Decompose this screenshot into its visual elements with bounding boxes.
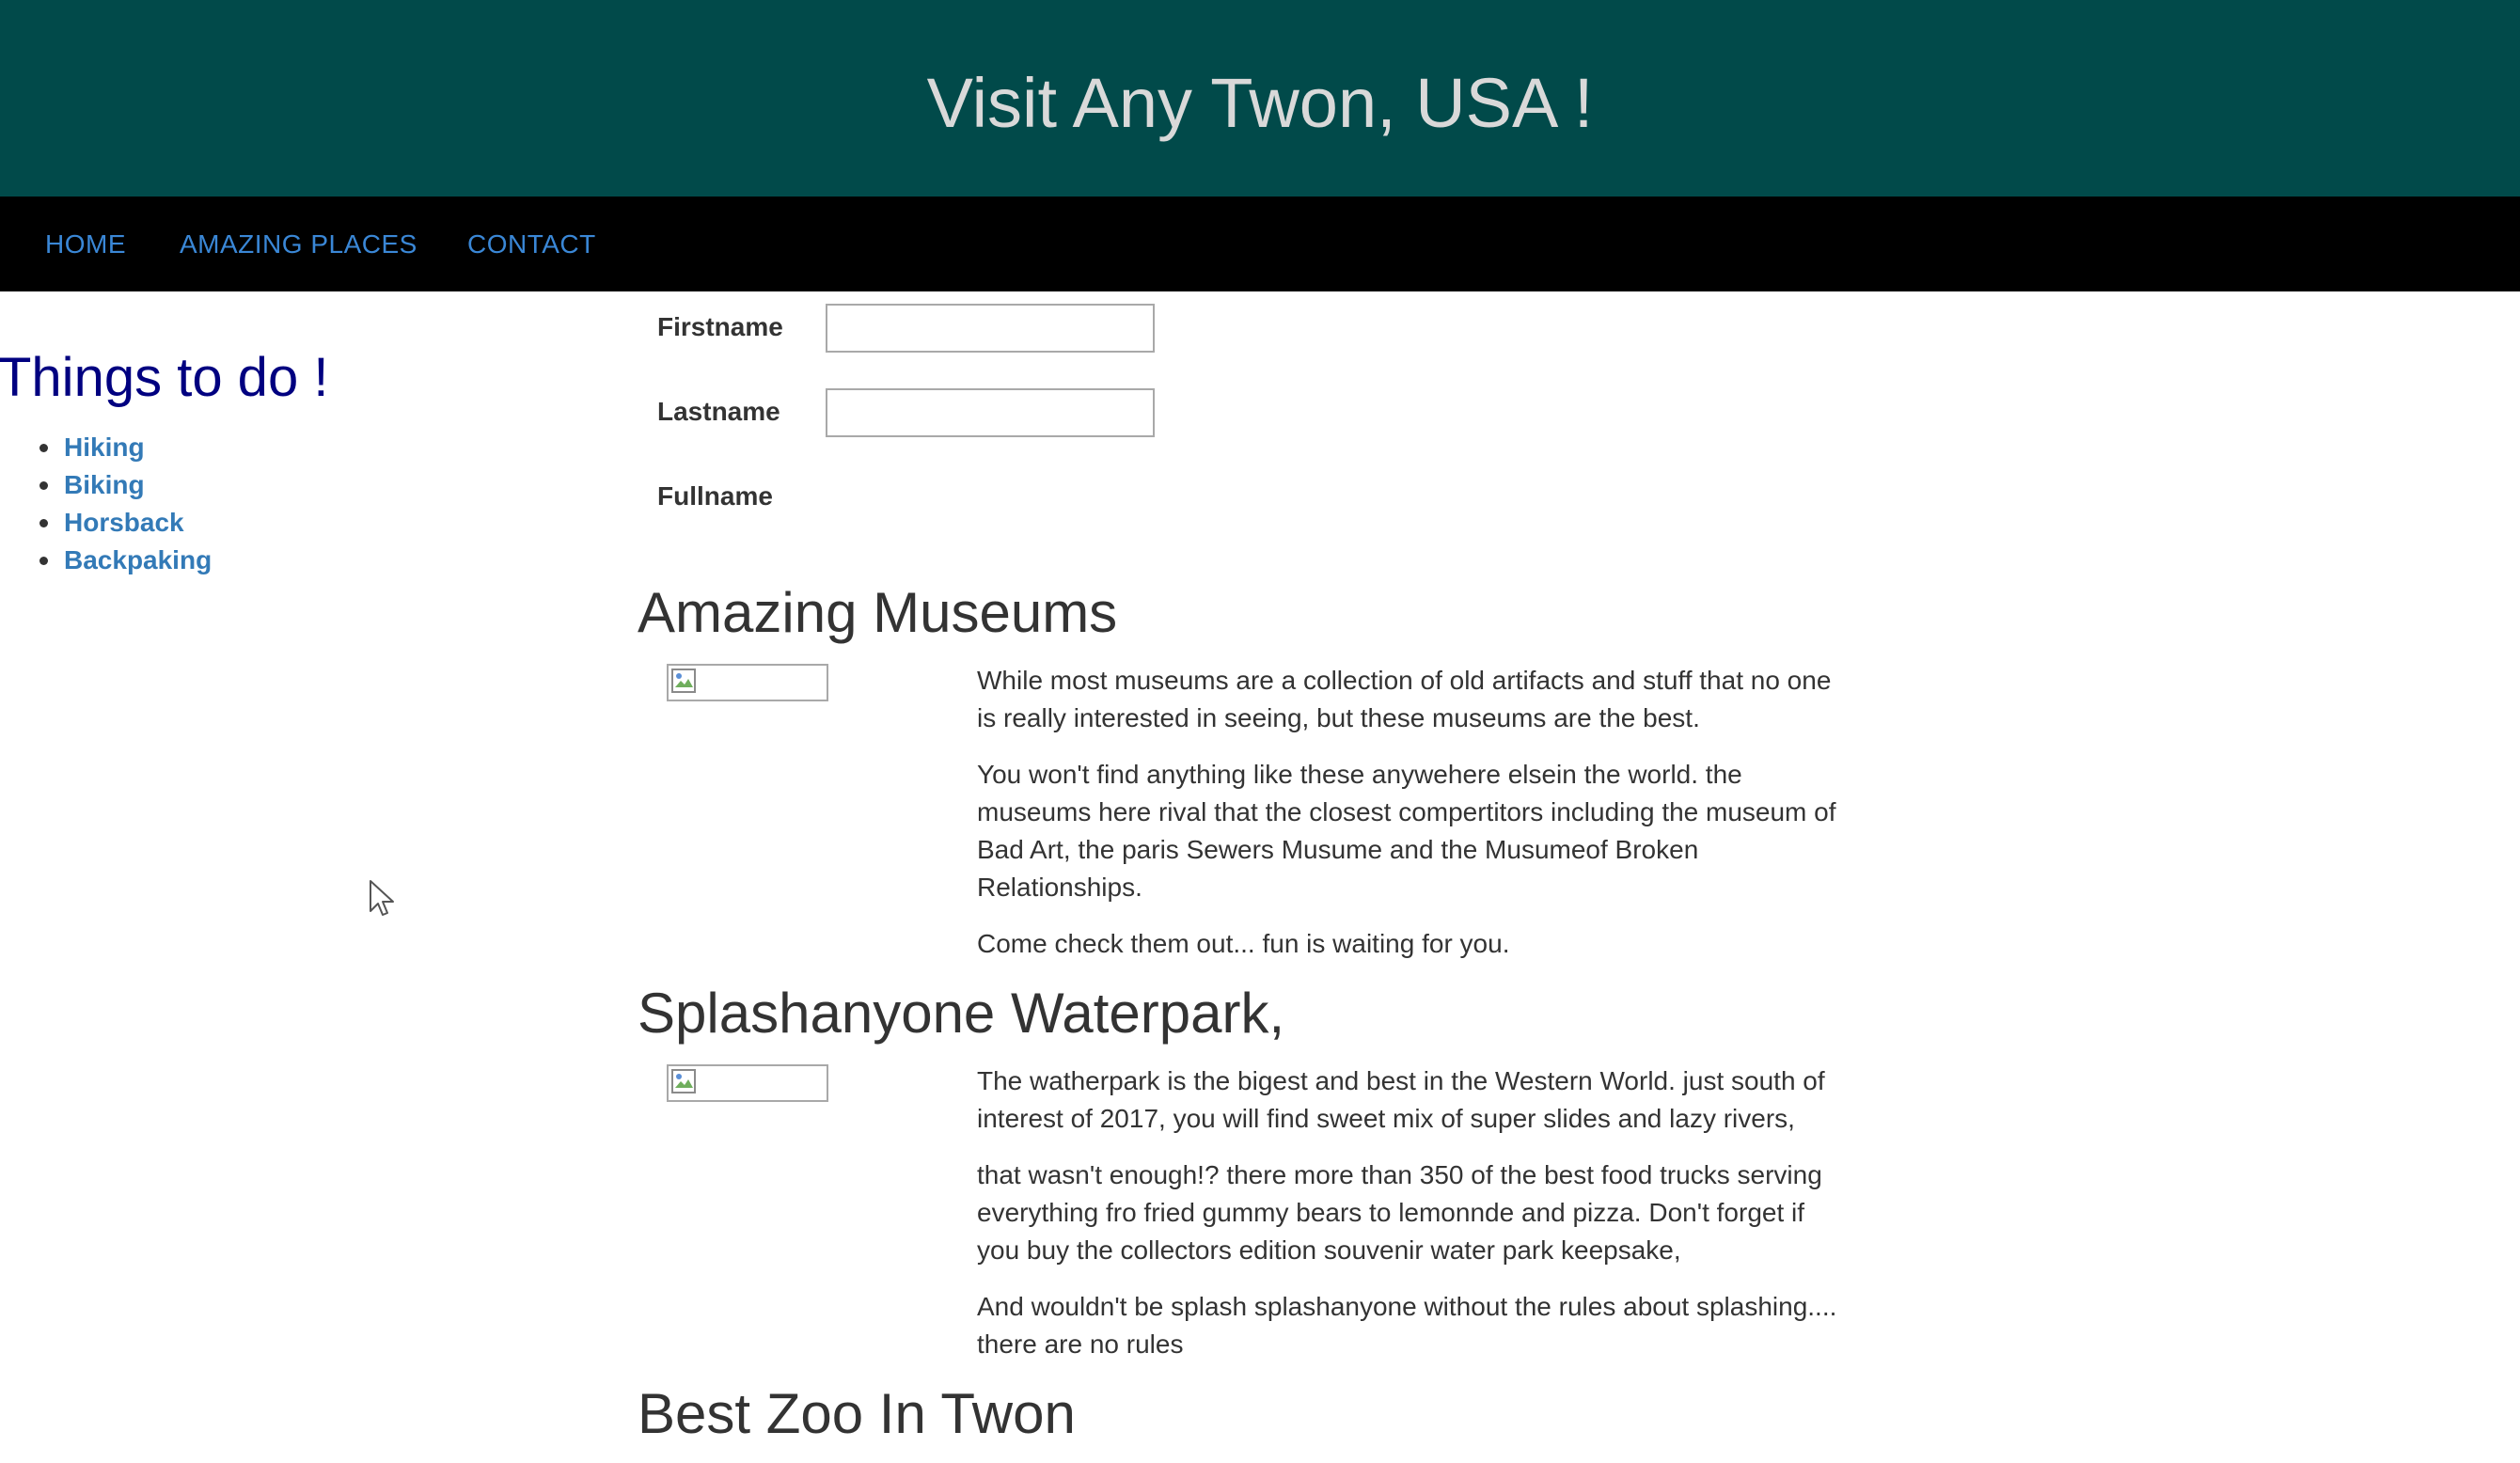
link-hiking[interactable]: Hiking — [64, 429, 145, 466]
museum-image — [667, 664, 828, 701]
museums-text: While most museums are a collection of o… — [977, 662, 1842, 982]
link-backpaking[interactable]: Backpaking — [64, 542, 212, 579]
broken-image-icon — [671, 669, 696, 693]
bullet-icon — [39, 557, 48, 565]
section-heading-zoo: Best Zoo In Twon — [638, 1382, 1076, 1445]
paragraph: You won't find anything like these anywe… — [977, 760, 1836, 902]
nav-link-amazing-places[interactable]: AMAZING PLACES — [180, 229, 417, 260]
site-title: Visit Any Twon, USA ! — [926, 64, 1594, 142]
page-header: Visit Any Twon, USA ! — [0, 0, 2520, 197]
nav-link-home[interactable]: HOME — [45, 229, 126, 260]
section-heading-waterpark: Splashanyone Waterpark, — [638, 982, 1285, 1045]
waterpark-text: The watherpark is the bigest and best in… — [977, 1062, 1842, 1382]
section-heading-museums: Amazing Museums — [638, 581, 1118, 644]
link-biking[interactable]: Biking — [64, 466, 145, 504]
broken-image-icon — [671, 1069, 696, 1093]
paragraph: Come check them out... fun is waiting fo… — [977, 929, 1510, 958]
lastname-input[interactable] — [826, 388, 1155, 437]
bullet-icon — [39, 444, 48, 452]
nav-link-contact[interactable]: CONTACT — [467, 229, 596, 260]
link-horsback[interactable]: Horsback — [64, 504, 184, 542]
firstname-label: Firstname — [657, 312, 783, 341]
fullname-label: Fullname — [657, 481, 773, 511]
firstname-input[interactable] — [826, 304, 1155, 353]
paragraph: And wouldn't be splash splashanyone with… — [977, 1292, 1837, 1359]
mouse-cursor-icon — [370, 880, 394, 916]
sidebar-title: Things to do ! — [0, 347, 329, 408]
paragraph: While most museums are a collection of o… — [977, 666, 1832, 732]
bullet-icon — [39, 481, 48, 490]
bullet-icon — [39, 519, 48, 527]
lastname-label: Lastname — [657, 397, 780, 426]
waterpark-image — [667, 1064, 828, 1102]
main-nav: HOME AMAZING PLACES CONTACT — [0, 197, 2520, 291]
paragraph: that wasn't enough!? there more than 350… — [977, 1160, 1822, 1265]
paragraph: The watherpark is the bigest and best in… — [977, 1066, 1825, 1133]
